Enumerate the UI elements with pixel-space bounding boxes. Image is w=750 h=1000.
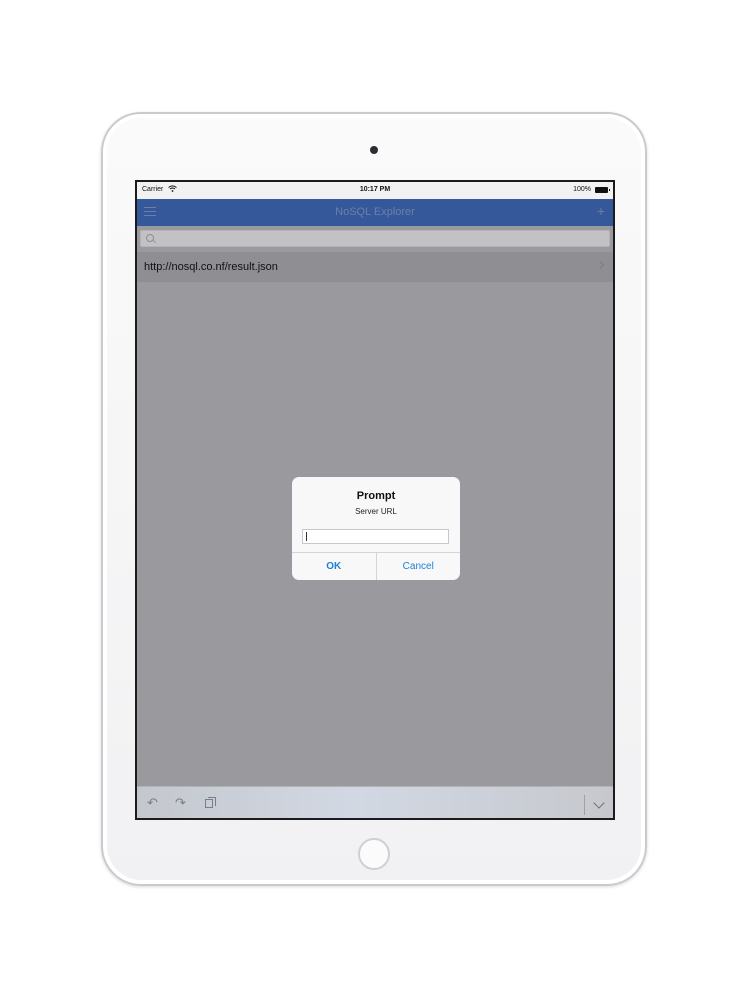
server-url-input[interactable] xyxy=(302,529,449,544)
status-time: 10:17 PM xyxy=(359,186,391,193)
screen: Carrier 10:17 PM 100% NoSQL Explorer + h… xyxy=(135,180,615,820)
nav-title: NoSQL Explorer xyxy=(335,206,415,218)
ok-button[interactable]: OK xyxy=(292,553,377,580)
home-button[interactable] xyxy=(358,838,390,870)
accessory-divider xyxy=(584,795,585,815)
paste-icon[interactable] xyxy=(205,797,216,808)
list-item[interactable]: http://nosql.co.nf/result.json xyxy=(137,252,613,282)
content-area: http://nosql.co.nf/result.json Prompt Se… xyxy=(137,226,613,786)
prompt-dialog: Prompt Server URL OK Cancel xyxy=(292,477,460,580)
dialog-button-row: OK Cancel xyxy=(292,552,460,580)
navigation-bar: NoSQL Explorer + xyxy=(137,199,613,226)
list-item-label: http://nosql.co.nf/result.json xyxy=(144,261,278,273)
undo-icon[interactable]: ↶ xyxy=(147,796,158,809)
search-icon xyxy=(146,234,154,242)
chevron-down-icon[interactable] xyxy=(593,797,605,809)
search-bar[interactable] xyxy=(140,230,610,247)
status-bar: Carrier 10:17 PM 100% xyxy=(137,182,613,199)
keyboard-accessory-bar: ↶ ↷ xyxy=(137,786,613,818)
chevron-right-icon xyxy=(595,260,605,270)
battery-percentage: 100% xyxy=(573,186,591,193)
text-cursor xyxy=(306,532,307,541)
dialog-message: Server URL xyxy=(355,507,397,516)
battery-icon xyxy=(595,187,610,193)
cancel-button[interactable]: Cancel xyxy=(377,553,461,580)
plus-icon[interactable]: + xyxy=(597,203,605,219)
stage: Carrier 10:17 PM 100% NoSQL Explorer + h… xyxy=(0,0,750,1000)
redo-icon[interactable]: ↷ xyxy=(175,796,186,809)
front-camera xyxy=(370,146,378,154)
dialog-title: Prompt xyxy=(356,490,396,502)
